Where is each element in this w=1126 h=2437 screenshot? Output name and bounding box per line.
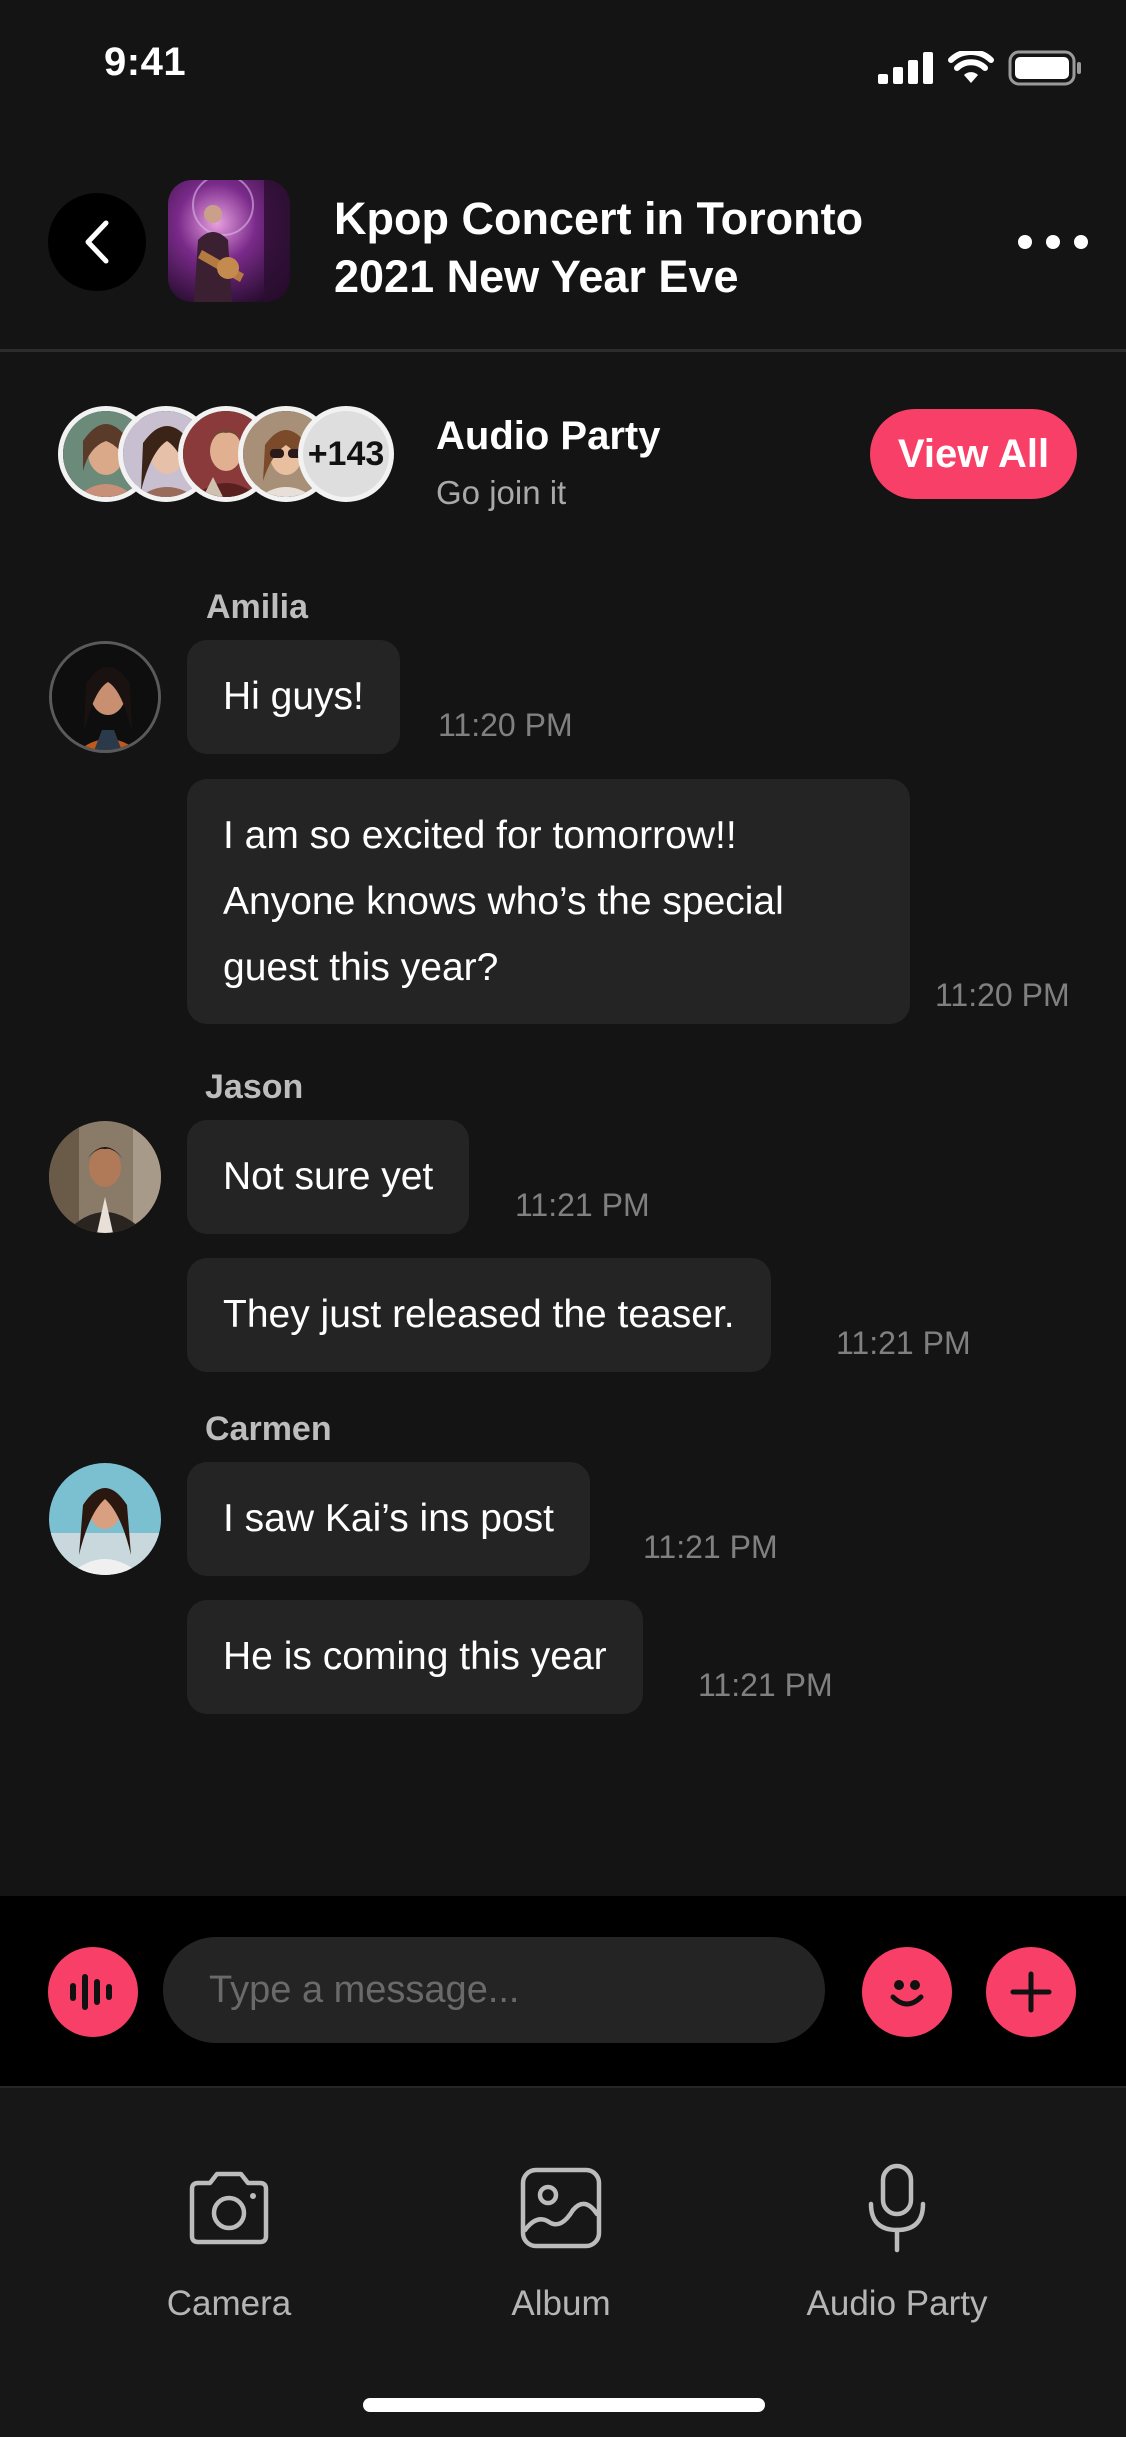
home-indicator: [363, 2398, 765, 2412]
sender-name: Amilia: [206, 588, 309, 626]
chat-title-line2: 2021 New Year Eve: [334, 251, 739, 302]
message-time: 11:21 PM: [643, 1529, 778, 1565]
audio-party-title: Audio Party: [436, 414, 661, 458]
camera-icon: [189, 2171, 269, 2245]
message-time: 11:20 PM: [438, 707, 573, 743]
sender-name: Jason: [205, 1068, 304, 1106]
message-bubble: I am so excited for tomorrow!! Anyone kn…: [187, 779, 910, 1024]
group-thumbnail[interactable]: [168, 180, 290, 302]
message-bubble: I saw Kai’s ins post: [187, 1462, 590, 1576]
header-divider: [0, 349, 1126, 352]
microphone-icon: [868, 2163, 926, 2253]
status-icons: [878, 50, 1082, 86]
more-options-icon[interactable]: [1018, 222, 1088, 262]
message-time: 11:21 PM: [836, 1325, 971, 1361]
smiley-icon: [890, 1980, 924, 2007]
message-time: 11:20 PM: [935, 977, 1070, 1013]
audio-wave-icon: [70, 1974, 112, 2010]
tab-audio-party[interactable]: Audio Party: [767, 2160, 1027, 2324]
add-attachment-button[interactable]: [986, 1947, 1076, 2037]
avatar[interactable]: [49, 1463, 161, 1575]
tab-label: Album: [511, 2284, 611, 2323]
voice-message-button[interactable]: [48, 1947, 138, 2037]
sender-name: Carmen: [205, 1410, 332, 1448]
tab-album[interactable]: Album: [431, 2160, 691, 2324]
tab-camera[interactable]: Camera: [99, 2160, 359, 2324]
tab-label: Camera: [166, 2284, 292, 2323]
member-count-badge: +143: [298, 406, 394, 502]
message-bubble: They just released the teaser.: [187, 1258, 771, 1372]
tab-label: Audio Party: [806, 2284, 988, 2323]
emoji-button[interactable]: [862, 1947, 952, 2037]
view-all-button[interactable]: View All: [870, 409, 1077, 499]
audio-party-subtitle: Go join it: [436, 474, 567, 511]
back-button[interactable]: [48, 193, 146, 291]
plus-icon: [1010, 1971, 1052, 2013]
battery-icon: [1008, 50, 1081, 86]
chat-title: Kpop Concert in Toronto 2021 New Year Ev…: [334, 190, 934, 306]
wifi-icon: [948, 51, 994, 83]
message-bubble: Not sure yet: [187, 1120, 470, 1234]
avatar[interactable]: [49, 1121, 161, 1233]
status-time: 9:41: [104, 40, 187, 84]
chevron-left-icon: [85, 220, 109, 264]
message-time: 11:21 PM: [698, 1667, 833, 1703]
signal-icon: [878, 52, 933, 84]
audio-party-avatars[interactable]: +143: [58, 406, 398, 502]
message-bubble: Hi guys!: [187, 640, 400, 754]
message-time: 11:21 PM: [515, 1187, 650, 1223]
message-input[interactable]: [163, 1937, 825, 2043]
avatar[interactable]: [49, 641, 161, 753]
message-bubble: He is coming this year: [187, 1600, 643, 1714]
chat-title-line1: Kpop Concert in Toronto: [334, 193, 864, 244]
image-icon: [520, 2167, 602, 2249]
